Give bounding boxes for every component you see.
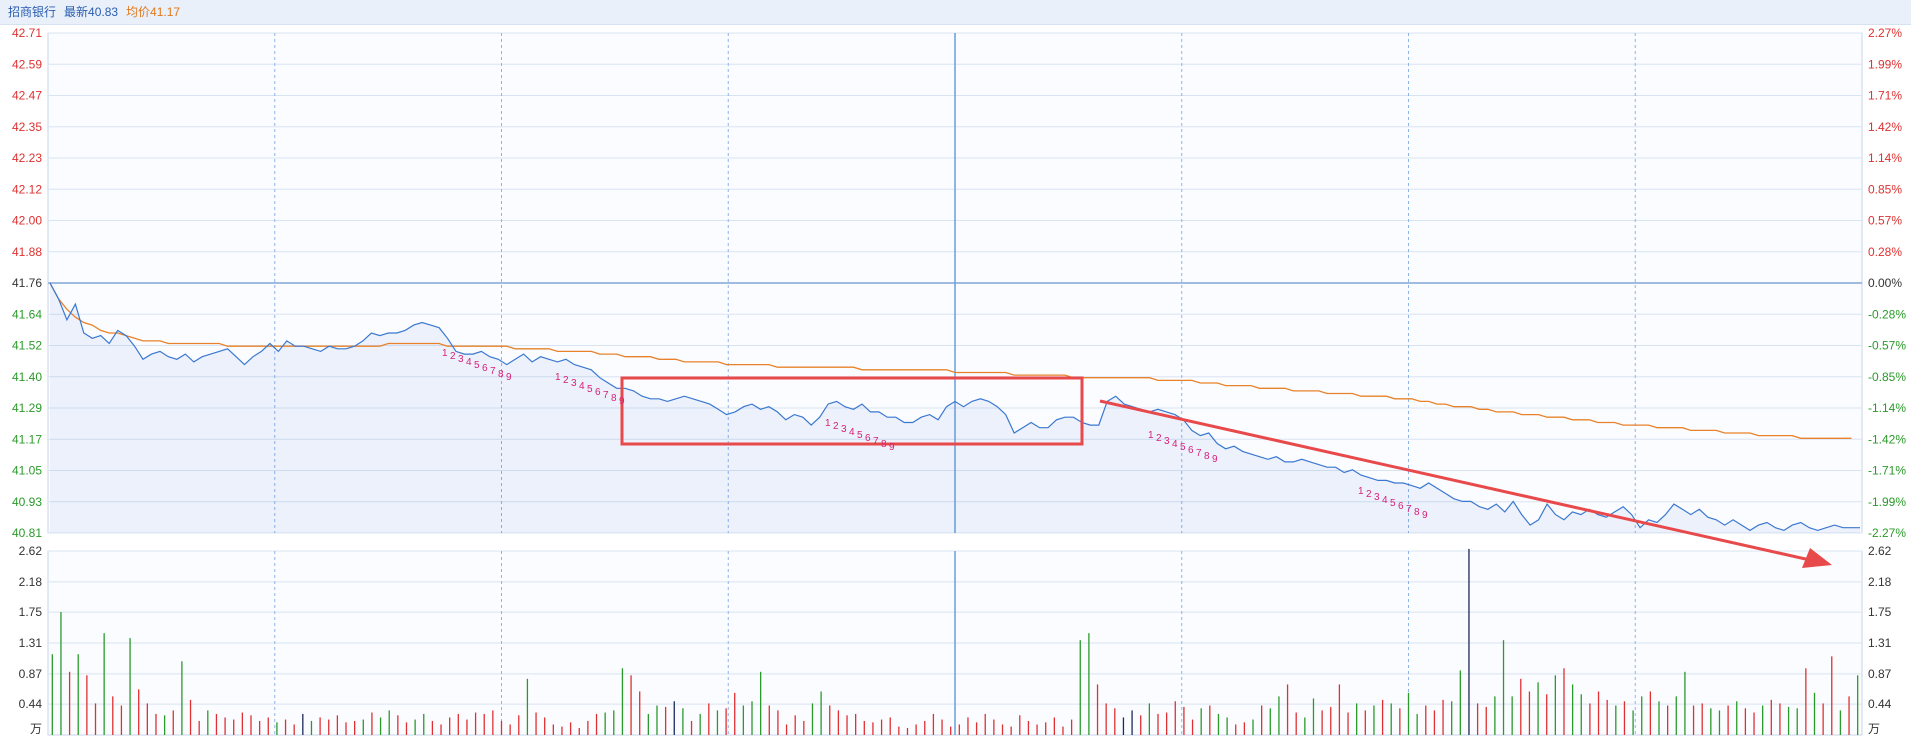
volume-tick-label: 1.75 xyxy=(1868,605,1892,619)
volume-tick-label: 1.75 xyxy=(19,605,43,619)
volume-tick-label: 2.18 xyxy=(19,575,43,589)
volume-tick-label: 2.62 xyxy=(1868,544,1892,558)
volume-tick-label: 1.31 xyxy=(1868,636,1892,650)
count-marker: 9 xyxy=(1422,510,1428,521)
volume-unit-label: 万 xyxy=(1868,722,1880,736)
count-marker: 8 xyxy=(1414,507,1420,518)
count-marker: 4 xyxy=(579,381,585,392)
percent-tick-label: -0.57% xyxy=(1868,339,1906,353)
volume-tick-label: 2.18 xyxy=(1868,575,1892,589)
count-marker: 2 xyxy=(450,351,456,362)
percent-tick-label: 1.42% xyxy=(1868,120,1902,134)
price-tick-label: 40.81 xyxy=(12,526,42,540)
volume-unit-label: 万 xyxy=(30,722,42,736)
price-tick-label: 42.00 xyxy=(12,214,42,228)
count-marker: 4 xyxy=(1172,439,1178,450)
price-tick-label: 41.05 xyxy=(12,464,42,478)
count-marker: 8 xyxy=(881,439,887,450)
volume-tick-label: 1.31 xyxy=(19,636,43,650)
count-marker: 9 xyxy=(619,396,625,407)
count-marker: 6 xyxy=(595,387,601,398)
price-tick-label: 41.29 xyxy=(12,401,42,415)
count-marker: 5 xyxy=(857,430,863,441)
volume-tick-label: 0.87 xyxy=(1868,667,1892,681)
count-marker: 2 xyxy=(1156,433,1162,444)
count-marker: 9 xyxy=(1212,454,1218,465)
count-marker: 6 xyxy=(1398,501,1404,512)
price-tick-label: 41.88 xyxy=(12,245,42,259)
count-marker: 9 xyxy=(506,372,512,383)
price-tick-label: 41.52 xyxy=(12,339,42,353)
price-tick-label: 42.35 xyxy=(12,120,42,134)
count-marker: 6 xyxy=(482,363,488,374)
count-marker: 5 xyxy=(474,360,480,371)
percent-tick-label: 0.85% xyxy=(1868,182,1902,196)
count-marker: 9 xyxy=(889,442,895,453)
price-tick-label: 42.23 xyxy=(12,151,42,165)
intraday-chart[interactable]: 42.71 2.27% 42.59 1.99% 42.47 1.71% 42.35 1.42%… xyxy=(0,0,1911,745)
price-tick-label: 42.59 xyxy=(12,57,42,71)
percent-tick-label: 2.27% xyxy=(1868,26,1902,40)
percent-tick-label: -1.14% xyxy=(1868,401,1906,415)
percent-tick-label: -0.85% xyxy=(1868,370,1906,384)
price-tick-label: 42.12 xyxy=(12,182,42,196)
count-marker: 7 xyxy=(1406,504,1412,515)
volume-tick-label: 0.87 xyxy=(19,667,43,681)
percent-tick-label: -1.71% xyxy=(1868,464,1906,478)
percent-tick-label: 1.99% xyxy=(1868,57,1902,71)
volume-tick-label: 2.62 xyxy=(19,544,43,558)
count-marker: 7 xyxy=(873,436,879,447)
price-tick-label: 41.76 xyxy=(12,276,42,290)
price-tick-label: 41.40 xyxy=(12,370,42,384)
count-marker: 8 xyxy=(498,369,504,380)
price-tick-label: 41.64 xyxy=(12,307,42,321)
price-tick-label: 42.71 xyxy=(12,26,42,40)
count-marker: 4 xyxy=(1382,495,1388,506)
count-marker: 1 xyxy=(555,372,561,383)
percent-tick-label: -2.27% xyxy=(1868,526,1906,540)
percent-tick-label: 1.14% xyxy=(1868,151,1902,165)
count-marker: 1 xyxy=(442,348,448,359)
percent-tick-label: 0.57% xyxy=(1868,214,1902,228)
count-marker: 3 xyxy=(841,424,847,435)
count-marker: 6 xyxy=(1188,445,1194,456)
count-marker: 8 xyxy=(611,393,617,404)
count-marker: 1 xyxy=(825,418,831,429)
count-marker: 7 xyxy=(490,366,496,377)
percent-tick-label: 1.71% xyxy=(1868,89,1902,103)
count-marker: 8 xyxy=(1204,451,1210,462)
count-marker: 1 xyxy=(1148,430,1154,441)
volume-tick-label: 0.44 xyxy=(1868,697,1892,711)
count-marker: 2 xyxy=(563,375,569,386)
count-marker: 6 xyxy=(865,433,871,444)
count-marker: 3 xyxy=(571,378,577,389)
volume-tick-label: 0.44 xyxy=(19,697,43,711)
count-marker: 2 xyxy=(1366,489,1372,500)
count-marker: 2 xyxy=(833,421,839,432)
count-marker: 5 xyxy=(587,384,593,395)
price-tick-label: 40.93 xyxy=(12,495,42,509)
count-marker: 3 xyxy=(1164,436,1170,447)
count-marker: 4 xyxy=(849,427,855,438)
percent-tick-label: -1.42% xyxy=(1868,432,1906,446)
count-marker: 4 xyxy=(466,357,472,368)
count-marker: 5 xyxy=(1390,498,1396,509)
count-marker: 7 xyxy=(1196,448,1202,459)
percent-tick-label: -1.99% xyxy=(1868,495,1906,509)
percent-tick-label: 0.28% xyxy=(1868,245,1902,259)
count-marker: 5 xyxy=(1180,442,1186,453)
percent-tick-label: -0.28% xyxy=(1868,307,1906,321)
count-marker: 1 xyxy=(1358,486,1364,497)
count-marker: 7 xyxy=(603,390,609,401)
price-tick-label: 41.17 xyxy=(12,432,42,446)
percent-tick-label: 0.00% xyxy=(1868,276,1902,290)
count-marker: 3 xyxy=(1374,492,1380,503)
price-tick-label: 42.47 xyxy=(12,89,42,103)
count-marker: 3 xyxy=(458,354,464,365)
